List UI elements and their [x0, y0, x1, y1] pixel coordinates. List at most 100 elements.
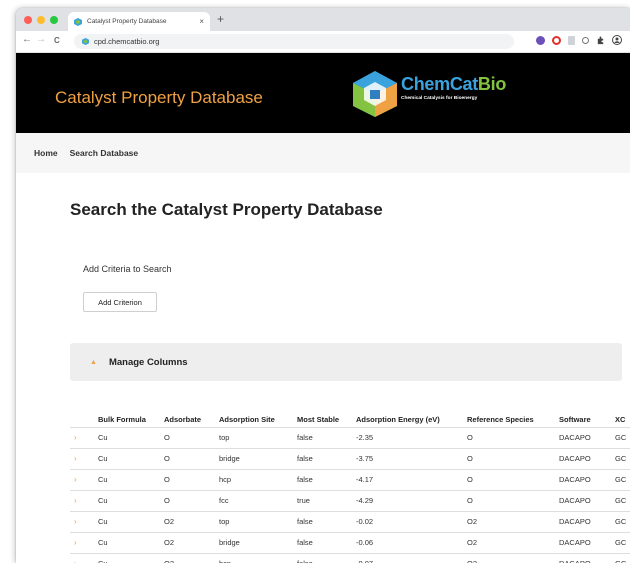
browser-tab[interactable]: Catalyst Property Database ×: [68, 12, 210, 31]
column-header[interactable]: Reference Species: [467, 412, 559, 427]
table-cell: top: [219, 426, 297, 448]
table-cell: Cu: [98, 489, 164, 511]
table-cell: O2: [164, 552, 219, 563]
expand-row-icon[interactable]: ›: [70, 468, 98, 490]
table-cell: GC: [615, 552, 630, 563]
logo-wordmark-chem: Chem: [401, 74, 450, 94]
column-header[interactable]: XC: [615, 412, 630, 427]
table-cell: Cu: [98, 531, 164, 553]
table-cell: false: [297, 552, 356, 563]
results-table-container[interactable]: Bulk Formula Adsorbate Adsorption Site M…: [70, 412, 630, 563]
expand-column-header: [70, 412, 98, 427]
column-header[interactable]: Bulk Formula: [98, 412, 164, 427]
table-cell: GC: [615, 426, 630, 448]
add-criterion-button[interactable]: Add Criterion: [83, 292, 157, 312]
table-row[interactable]: › Cu Ohcp false -4.17 O DACAPO GC: [70, 468, 630, 490]
column-header[interactable]: Adsorption Site: [219, 412, 297, 427]
tab-close-icon[interactable]: ×: [199, 17, 204, 26]
table-row[interactable]: ›CuO2hcpfalse-0.07O2DACAPOGC: [70, 552, 630, 563]
manage-columns-toggle[interactable]: ▲ Manage Columns: [70, 343, 622, 381]
table-cell: DACAPO: [559, 447, 615, 469]
nav-home-link[interactable]: Home: [34, 148, 58, 158]
chemcatbio-favicon-icon: [74, 17, 82, 26]
table-cell: true: [297, 489, 356, 511]
table-cell: O: [164, 426, 219, 448]
table-cell: DACAPO: [559, 531, 615, 553]
table-cell: -4.29: [356, 489, 467, 511]
column-header[interactable]: Adsorption Energy (eV): [356, 412, 467, 427]
reload-icon[interactable]: C: [54, 36, 60, 45]
minimize-window-button[interactable]: [37, 16, 45, 24]
chemcatbio-logo-icon[interactable]: [350, 70, 400, 118]
manage-columns-label: Manage Columns: [108, 356, 188, 368]
extension-purple-icon[interactable]: [536, 35, 545, 45]
expand-row-icon[interactable]: ›: [70, 426, 98, 448]
table-cell: hcp: [219, 552, 297, 563]
maximize-window-button[interactable]: [50, 16, 58, 24]
logo-tagline: Chemical Catalysis for Bioenergy: [401, 96, 478, 101]
table-row[interactable]: › Cu Obridge false -3.75 O DACAPO GC: [70, 447, 630, 469]
table-cell: bridge: [219, 447, 297, 469]
table-header-row: Bulk Formula Adsorbate Adsorption Site M…: [70, 412, 630, 427]
table-cell: GC: [615, 510, 630, 532]
table-cell: top: [219, 510, 297, 532]
expand-row-icon[interactable]: ›: [70, 447, 98, 469]
table-cell: GC: [615, 468, 630, 490]
opera-icon[interactable]: [552, 35, 561, 45]
column-header[interactable]: Software: [559, 412, 615, 427]
table-cell: O: [467, 468, 559, 490]
puzzle-icon[interactable]: [596, 35, 605, 45]
column-header[interactable]: Adsorbate: [164, 412, 219, 427]
table-cell: DACAPO: [559, 468, 615, 490]
table-cell: O: [467, 447, 559, 469]
site-title[interactable]: Catalyst Property Database: [55, 88, 263, 108]
table-body: › Cu Otop false -2.35 O DACAPO GC › Cu Obridge fals…: [70, 426, 630, 563]
document-icon[interactable]: [568, 35, 575, 45]
table-cell: O2: [164, 510, 219, 532]
site-favicon-icon: [82, 38, 89, 45]
results-table: Bulk Formula Adsorbate Adsorption Site M…: [70, 412, 630, 563]
expand-row-icon[interactable]: ›: [70, 510, 98, 532]
logo-wordmark[interactable]: ChemCatBio: [401, 74, 506, 95]
table-row[interactable]: › Cu O2 top false -0.02 O2 DACAPO GC: [70, 510, 630, 532]
browser-window: Catalyst Property Database × + ← → C cpd…: [16, 8, 630, 563]
address-bar[interactable]: cpd.chemcatbio.org: [74, 34, 514, 49]
table-cell: bridge: [219, 531, 297, 553]
back-icon[interactable]: ←: [22, 34, 32, 45]
site-header: Catalyst Property Database ChemCatBio Ch…: [16, 53, 630, 133]
caret-up-icon: ▲: [90, 358, 97, 366]
tab-strip: Catalyst Property Database × +: [16, 8, 630, 31]
table-cell: O: [467, 489, 559, 511]
table-cell: O2: [467, 510, 559, 532]
expand-row-icon[interactable]: ›: [70, 552, 98, 563]
table-cell: GC: [615, 447, 630, 469]
table-cell: DACAPO: [559, 489, 615, 511]
table-cell: false: [297, 468, 356, 490]
nav-search-link[interactable]: Search Database: [70, 148, 139, 158]
expand-row-icon[interactable]: ›: [70, 489, 98, 511]
extension-icons: [536, 35, 622, 45]
table-row[interactable]: › Cu O2 bridge false -0.06 O2 DACAPO GC: [70, 531, 630, 553]
table-cell: -4.17: [356, 468, 467, 490]
table-cell: O2: [467, 552, 559, 563]
logo-wordmark-bio: Bio: [477, 74, 507, 94]
circle-icon[interactable]: [582, 36, 589, 44]
close-window-button[interactable]: [24, 16, 32, 24]
forward-icon[interactable]: →: [36, 34, 46, 45]
profile-icon[interactable]: [612, 35, 622, 45]
site-nav: Home Search Database: [16, 133, 630, 173]
new-tab-button[interactable]: +: [217, 12, 224, 26]
table-row[interactable]: › Cu Ofcc true -4.29 O DACAPO GC: [70, 489, 630, 511]
table-cell: -0.07: [356, 552, 467, 563]
window-controls: [24, 16, 58, 24]
table-cell: DACAPO: [559, 426, 615, 448]
table-cell: fcc: [219, 489, 297, 511]
table-cell: -0.06: [356, 531, 467, 553]
table-cell: false: [297, 531, 356, 553]
table-cell: Cu: [98, 468, 164, 490]
table-cell: -0.02: [356, 510, 467, 532]
table-cell: false: [297, 447, 356, 469]
column-header[interactable]: Most Stable: [297, 412, 356, 427]
expand-row-icon[interactable]: ›: [70, 531, 98, 553]
table-row[interactable]: › Cu Otop false -2.35 O DACAPO GC: [70, 426, 630, 448]
